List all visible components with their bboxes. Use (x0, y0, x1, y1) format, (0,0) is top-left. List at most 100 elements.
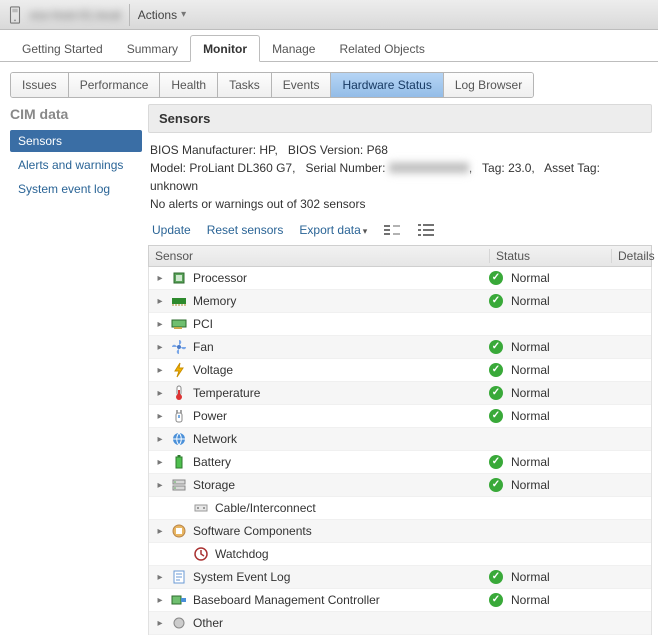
sensor-name: Cable/Interconnect (215, 501, 316, 515)
status-cell: Normal (489, 593, 611, 607)
sensor-row-software-components[interactable]: ▸Software Components (149, 520, 651, 543)
sub-tab-hardware-status[interactable]: Hardware Status (331, 73, 443, 97)
status-text: Normal (511, 570, 550, 584)
sensor-row-processor[interactable]: ▸ Processor Normal (149, 267, 651, 290)
sub-tab-tasks[interactable]: Tasks (218, 73, 272, 97)
left-nav-title: CIM data (10, 106, 142, 122)
reset-sensors-link[interactable]: Reset sensors (207, 223, 284, 237)
status-text: Normal (511, 363, 550, 377)
main-tab-summary[interactable]: Summary (115, 36, 190, 61)
status-text: Normal (511, 593, 550, 607)
sub-tab-issues[interactable]: Issues (11, 73, 69, 97)
sensor-name: Watchdog (215, 547, 269, 561)
export-data-link[interactable]: Export data▾ (299, 223, 367, 237)
status-text: Normal (511, 271, 550, 285)
update-link[interactable]: Update (152, 223, 191, 237)
status-cell: Normal (489, 271, 611, 285)
panel-title: Sensors (148, 104, 652, 133)
main-tab-manage[interactable]: Manage (260, 36, 327, 61)
status-ok-icon (489, 478, 503, 492)
power-icon (171, 408, 187, 424)
sensor-row-voltage[interactable]: ▸VoltageNormal (149, 359, 651, 382)
cpu-icon (171, 270, 187, 286)
temperature-icon (171, 385, 187, 401)
sensor-row-pci[interactable]: ▸PCI (149, 313, 651, 336)
sensor-name: Temperature (193, 386, 260, 400)
col-status[interactable]: Status (489, 249, 611, 263)
expand-toggle[interactable]: ▸ (155, 342, 165, 353)
expand-toggle[interactable]: ▸ (155, 434, 165, 445)
list-view-icon[interactable] (417, 223, 435, 237)
expand-toggle[interactable]: ▸ (155, 572, 165, 583)
main-tabs: Getting StartedSummaryMonitorManageRelat… (0, 30, 658, 62)
main-tab-getting-started[interactable]: Getting Started (10, 36, 115, 61)
expand-toggle[interactable]: ▸ (155, 457, 165, 468)
nav-item-sensors[interactable]: Sensors (10, 130, 142, 152)
expand-toggle[interactable]: ▸ (155, 388, 165, 399)
expand-toggle[interactable]: ▸ (155, 618, 165, 629)
expand-toggle[interactable]: ▸ (155, 365, 165, 376)
sensor-row-power[interactable]: ▸ Power Normal (149, 405, 651, 428)
sensor-row-memory[interactable]: ▸MemoryNormal (149, 290, 651, 313)
memory-icon (171, 293, 187, 309)
sensor-row-watchdog[interactable]: Watchdog (149, 543, 651, 566)
status-text: Normal (511, 455, 550, 469)
col-sensor[interactable]: Sensor (149, 249, 489, 263)
view-toggle-icon[interactable] (383, 223, 401, 237)
sub-tab-log-browser[interactable]: Log Browser (444, 73, 533, 97)
expand-toggle[interactable]: ▸ (155, 480, 165, 491)
sensor-row-baseboard-management-controller[interactable]: ▸Baseboard Management ControllerNormal (149, 589, 651, 612)
watchdog-icon (193, 546, 209, 562)
software-icon (171, 523, 187, 539)
status-cell: Normal (489, 363, 611, 377)
host-icon (8, 5, 22, 25)
status-cell: Normal (489, 478, 611, 492)
alert-summary: No alerts or warnings out of 302 sensors (150, 195, 650, 213)
sensor-name: Fan (193, 340, 214, 354)
status-text: Normal (511, 386, 550, 400)
expand-toggle[interactable]: ▸ (155, 296, 165, 307)
sensor-name: Network (193, 432, 237, 446)
sub-tab-performance[interactable]: Performance (69, 73, 161, 97)
hardware-meta: BIOS Manufacturer: HP, BIOS Version: P68… (148, 133, 652, 213)
col-details[interactable]: Details (611, 249, 655, 263)
actions-menu[interactable]: Actions ▾ (138, 8, 186, 22)
main-panel: Sensors BIOS Manufacturer: HP, BIOS Vers… (148, 104, 652, 639)
sensor-row-temperature[interactable]: ▸ Temperature Normal (149, 382, 651, 405)
sensor-toolbar: Update Reset sensors Export data▾ (148, 213, 652, 245)
expand-toggle[interactable]: ▸ (155, 319, 165, 330)
main-tab-related-objects[interactable]: Related Objects (327, 36, 436, 61)
status-cell: Normal (489, 386, 611, 400)
chevron-down-icon: ▾ (181, 9, 186, 20)
model-value: ProLiant DL360 G7 (189, 161, 292, 175)
status-ok-icon (489, 455, 503, 469)
sensor-name: Processor (193, 271, 247, 285)
nav-item-system-event-log[interactable]: System event log (10, 178, 142, 200)
sensor-row-fan[interactable]: ▸ Fan Normal (149, 336, 651, 359)
serial-label: Serial Number: (305, 161, 385, 175)
sensor-row-battery[interactable]: ▸BatteryNormal (149, 451, 651, 474)
sensor-name: Storage (193, 478, 235, 492)
host-name: esx-host-01.local (30, 8, 121, 22)
status-cell: Normal (489, 409, 611, 423)
sub-tab-events[interactable]: Events (272, 73, 332, 97)
bios-version-value: P68 (367, 143, 388, 157)
expand-toggle[interactable]: ▸ (155, 526, 165, 537)
status-cell: Normal (489, 340, 611, 354)
sensor-row-network[interactable]: ▸ Network (149, 428, 651, 451)
sensor-name: Power (193, 409, 227, 423)
nav-item-alerts-and-warnings[interactable]: Alerts and warnings (10, 154, 142, 176)
expand-toggle[interactable]: ▸ (155, 273, 165, 284)
voltage-icon (171, 362, 187, 378)
export-data-label: Export data (299, 223, 360, 237)
sensor-row-cable-interconnect[interactable]: Cable/Interconnect (149, 497, 651, 520)
main-tab-monitor[interactable]: Monitor (190, 35, 260, 62)
status-text: Normal (511, 409, 550, 423)
expand-toggle[interactable]: ▸ (155, 411, 165, 422)
sub-tab-health[interactable]: Health (160, 73, 218, 97)
sensor-row-other[interactable]: ▸Other (149, 612, 651, 635)
expand-toggle[interactable]: ▸ (155, 595, 165, 606)
sensor-row-system-event-log[interactable]: ▸System Event LogNormal (149, 566, 651, 589)
bios-manufacturer-label: BIOS Manufacturer: (150, 143, 256, 157)
sensor-row-storage[interactable]: ▸ Storage Normal (149, 474, 651, 497)
